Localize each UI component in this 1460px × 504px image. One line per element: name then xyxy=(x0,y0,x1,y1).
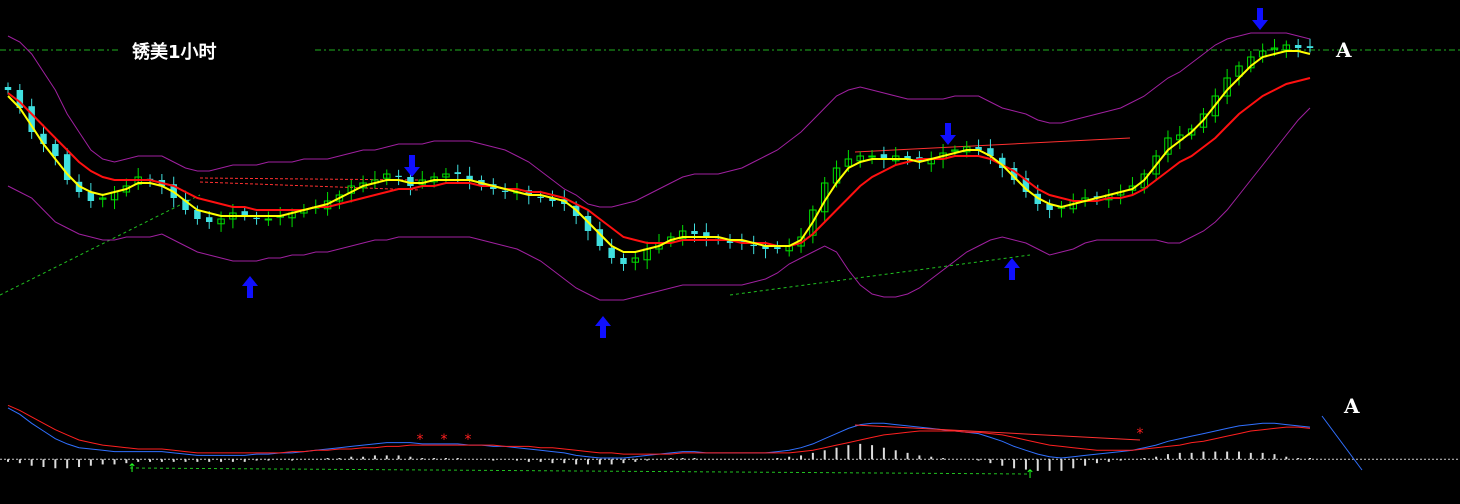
candle-body-down xyxy=(4,87,12,90)
macd-signal-marker: * xyxy=(441,432,448,448)
buy-arrow-icon xyxy=(595,316,611,338)
candle-body-down xyxy=(691,231,698,234)
macd-signal-marker: * xyxy=(1137,426,1144,442)
candle-body-down xyxy=(774,247,781,249)
candle-body-down xyxy=(52,144,59,156)
candle-body-down xyxy=(608,247,615,258)
support-line-1 xyxy=(0,194,201,296)
candle-body-down xyxy=(537,196,544,198)
moving-averages xyxy=(7,50,1311,253)
ma-slow-line xyxy=(7,77,1311,247)
candlestick-chart: * * * * ↑ ↑ xyxy=(0,8,1460,481)
macd-signal-marker: ↑ xyxy=(127,461,137,475)
candle-body-down xyxy=(501,190,509,192)
sell-arrow-icon xyxy=(940,123,956,145)
candle-body-down xyxy=(205,217,213,222)
chart-title: 锈美1小时 xyxy=(132,42,217,63)
buy-arrow-icon xyxy=(1004,258,1020,280)
candle-body-down xyxy=(454,172,462,174)
sell-arrow-icon xyxy=(1252,8,1268,30)
candle-body-down xyxy=(253,217,260,219)
macd-divergence-line xyxy=(854,424,1141,441)
signal-arrows xyxy=(242,8,1268,338)
candles xyxy=(4,38,1314,271)
candle-body-down xyxy=(620,258,627,264)
ma-fast-line xyxy=(7,50,1311,253)
macd-signal-marker: * xyxy=(417,432,424,448)
candle-body-down xyxy=(1306,46,1314,48)
sell-arrow-icon xyxy=(404,155,420,177)
bollinger-bands xyxy=(7,32,1311,301)
candle-body-down xyxy=(395,175,402,177)
candle-body-up xyxy=(868,155,876,158)
reference-lines xyxy=(0,49,1460,296)
macd-trend-line xyxy=(1321,415,1363,471)
macd-panel: * * * * ↑ ↑ xyxy=(0,404,1460,481)
support-line-2 xyxy=(729,254,1031,296)
candle-body-up xyxy=(264,218,273,221)
bollinger-lower xyxy=(7,107,1311,301)
candle-body-down xyxy=(750,244,757,246)
macd-dea-line xyxy=(7,404,1311,455)
macd-signal-marker: ↑ xyxy=(1025,467,1035,481)
buy-arrow-icon xyxy=(242,276,258,298)
candle-body-down xyxy=(1294,45,1302,48)
marker-label-a: A xyxy=(1336,38,1352,62)
macd-signal-marker: * xyxy=(465,432,472,448)
marker-label-a-macd: A xyxy=(1344,394,1360,418)
macd-support-line xyxy=(129,467,1031,475)
